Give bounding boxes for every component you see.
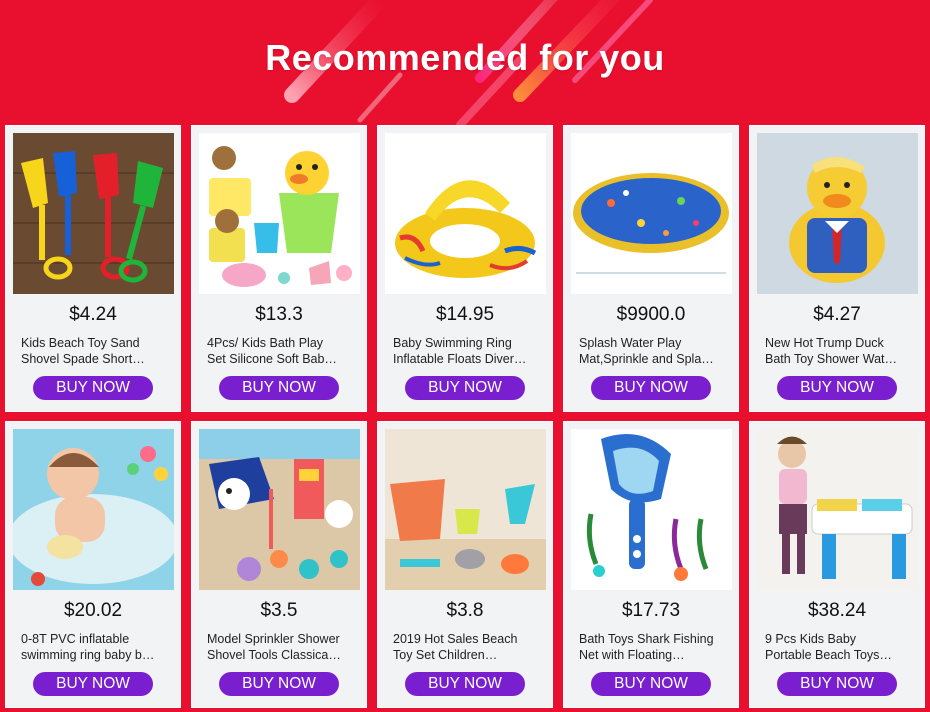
beach-toy-set-image <box>385 429 546 590</box>
product-title-line: 2019 Hot Sales Beach <box>393 632 518 646</box>
product-price: $20.02 <box>63 600 123 621</box>
product-title[interactable]: 2019 Hot Sales Beach Toy Set Children… <box>393 632 541 663</box>
product-title-line: 9 Pcs Kids Baby <box>765 632 857 646</box>
product-title[interactable]: Splash Water Play Mat,Sprinkle and Spla… <box>579 336 727 367</box>
product-title-line: Inflatable Floats Diver… <box>393 351 527 366</box>
buy-now-button[interactable]: BUY NOW <box>33 672 153 696</box>
product-grid: $4.24 Kids Beach Toy Sand Shovel Spade S… <box>5 125 925 708</box>
product-card[interactable]: $17.73 Bath Toys Shark Fishing Net with … <box>563 421 739 708</box>
baby-swim-ring-image <box>13 429 174 590</box>
product-title[interactable]: 0-8T PVC inflatable swimming ring baby b… <box>21 632 169 663</box>
product-image[interactable] <box>385 429 546 590</box>
product-image[interactable] <box>199 133 360 294</box>
product-card[interactable]: $20.02 0-8T PVC inflatable swimming ring… <box>5 421 181 708</box>
product-title[interactable]: Model Sprinkler Shower Shovel Tools Clas… <box>207 632 355 663</box>
product-card[interactable]: $14.95 Baby Swimming Ring Inflatable Flo… <box>377 125 553 412</box>
product-image[interactable] <box>13 429 174 590</box>
sand-tools-image <box>199 429 360 590</box>
product-title-line: Toy Set Children… <box>393 647 498 662</box>
product-title-line: Shovel Tools Classica… <box>207 647 341 662</box>
product-price: $3.8 <box>446 600 484 621</box>
buy-now-button[interactable]: BUY NOW <box>219 672 339 696</box>
product-price: $38.24 <box>807 600 867 621</box>
product-price: $9900.0 <box>616 304 686 325</box>
sand-table-image <box>757 429 918 590</box>
product-image[interactable] <box>13 133 174 294</box>
buy-now-button[interactable]: BUY NOW <box>405 672 525 696</box>
product-title[interactable]: New Hot Trump Duck Bath Toy Shower Wat… <box>765 336 913 367</box>
product-card[interactable]: $4.24 Kids Beach Toy Sand Shovel Spade S… <box>5 125 181 412</box>
swim-float-image <box>385 133 546 294</box>
product-title-line: New Hot Trump Duck <box>765 336 884 350</box>
buy-now-button[interactable]: BUY NOW <box>33 376 153 400</box>
product-price: $4.24 <box>69 304 117 325</box>
product-price: $14.95 <box>435 304 495 325</box>
buy-now-button[interactable]: BUY NOW <box>405 376 525 400</box>
product-title-line: Bath Toys Shark Fishing <box>579 632 714 646</box>
product-title-line: 4Pcs/ Kids Bath Play <box>207 336 324 350</box>
product-title-line: Bath Toy Shower Wat… <box>765 351 898 366</box>
product-title-line: Baby Swimming Ring <box>393 336 512 350</box>
product-title-line: Model Sprinkler Shower <box>207 632 340 646</box>
product-image[interactable] <box>571 133 732 294</box>
product-title-line: Portable Beach Toys… <box>765 647 892 662</box>
product-image[interactable] <box>199 429 360 590</box>
product-title[interactable]: 4Pcs/ Kids Bath Play Set Silicone Soft B… <box>207 336 355 367</box>
product-image[interactable] <box>757 133 918 294</box>
buy-now-button[interactable]: BUY NOW <box>591 376 711 400</box>
product-title-line: Net with Floating… <box>579 647 685 662</box>
product-title-line: Set Silicone Soft Bab… <box>207 351 337 366</box>
product-title-line: swimming ring baby b… <box>21 647 155 662</box>
product-image[interactable] <box>385 133 546 294</box>
product-card[interactable]: $3.5 Model Sprinkler Shower Shovel Tools… <box>191 421 367 708</box>
product-price: $3.5 <box>260 600 298 621</box>
splash-mat-image <box>571 133 732 294</box>
product-card[interactable]: $38.24 9 Pcs Kids Baby Portable Beach To… <box>749 421 925 708</box>
duck-toy-image <box>757 133 918 294</box>
product-title-line: 0-8T PVC inflatable <box>21 632 130 646</box>
buy-now-button[interactable]: BUY NOW <box>777 376 897 400</box>
product-price: $17.73 <box>621 600 681 621</box>
product-image[interactable] <box>757 429 918 590</box>
header: Recommended for you <box>0 0 930 118</box>
product-image[interactable] <box>571 429 732 590</box>
product-title[interactable]: 9 Pcs Kids Baby Portable Beach Toys… <box>765 632 913 663</box>
product-title-line: Mat,Sprinkle and Spla… <box>579 351 714 366</box>
product-price: $13.3 <box>255 304 303 325</box>
product-title[interactable]: Kids Beach Toy Sand Shovel Spade Short… <box>21 336 169 367</box>
product-title-line: Shovel Spade Short… <box>21 351 145 366</box>
bath-play-set-image <box>199 133 360 294</box>
product-title-line: Splash Water Play <box>579 336 682 350</box>
buy-now-button[interactable]: BUY NOW <box>219 376 339 400</box>
buy-now-button[interactable]: BUY NOW <box>777 672 897 696</box>
buy-now-button[interactable]: BUY NOW <box>591 672 711 696</box>
beach-shovels-image <box>13 133 174 294</box>
product-card[interactable]: $13.3 4Pcs/ Kids Bath Play Set Silicone … <box>191 125 367 412</box>
shark-net-image <box>571 429 732 590</box>
product-title[interactable]: Baby Swimming Ring Inflatable Floats Div… <box>393 336 541 367</box>
product-card[interactable]: $4.27 New Hot Trump Duck Bath Toy Shower… <box>749 125 925 412</box>
product-price: $4.27 <box>813 304 861 325</box>
product-title[interactable]: Bath Toys Shark Fishing Net with Floatin… <box>579 632 727 663</box>
product-card[interactable]: $9900.0 Splash Water Play Mat,Sprinkle a… <box>563 125 739 412</box>
page-title: Recommended for you <box>265 37 665 78</box>
product-title-line: Kids Beach Toy Sand <box>21 336 140 350</box>
product-card[interactable]: $3.8 2019 Hot Sales Beach Toy Set Childr… <box>377 421 553 708</box>
